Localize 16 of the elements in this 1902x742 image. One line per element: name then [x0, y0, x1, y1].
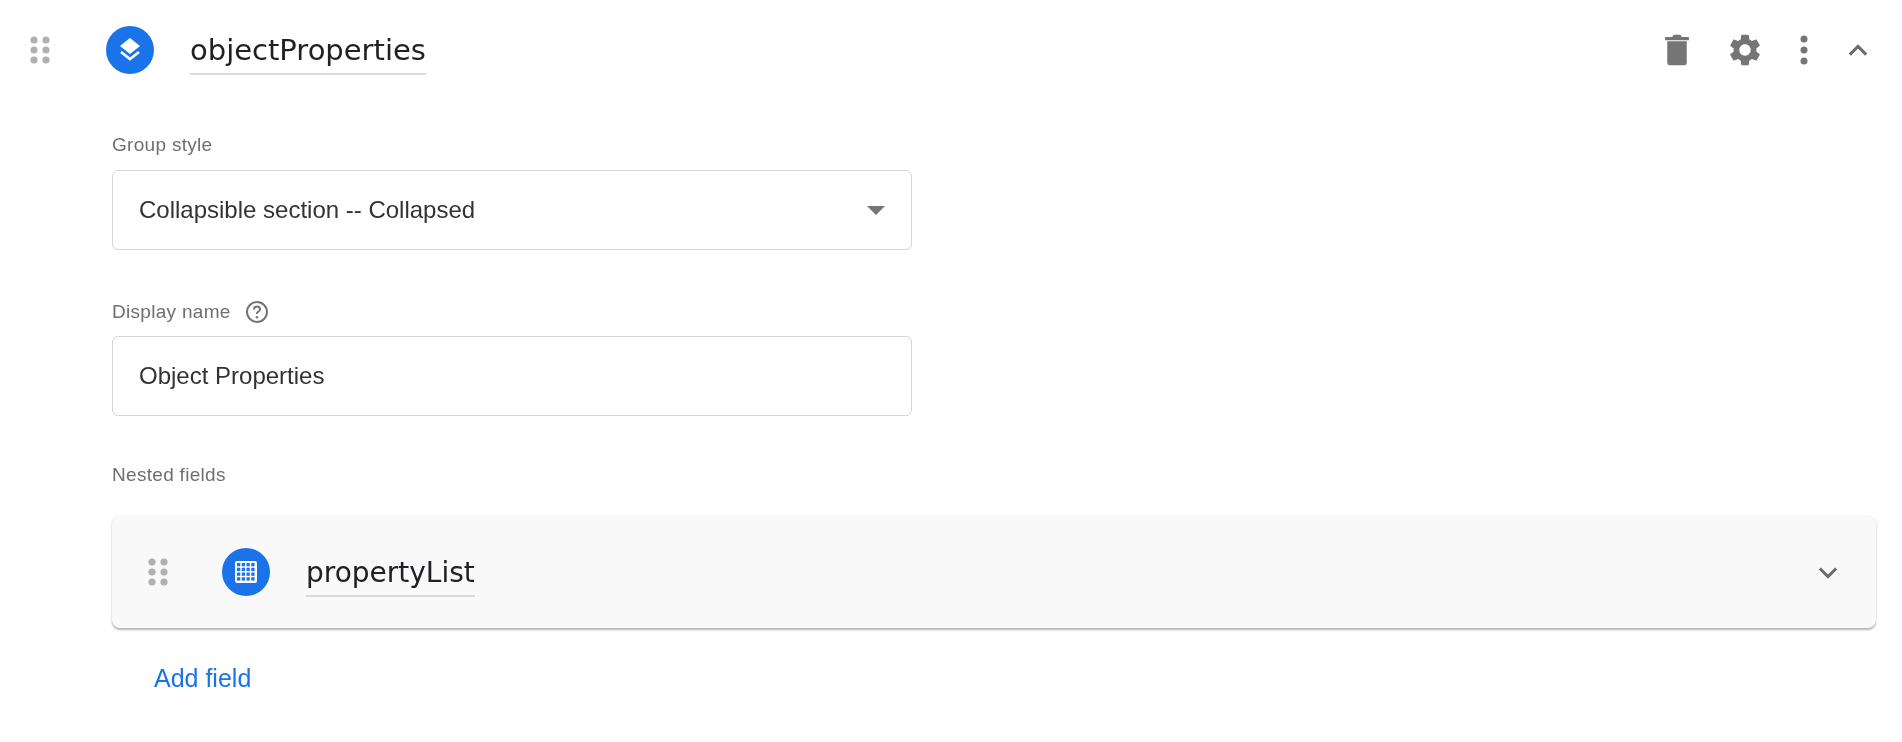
- field-label: Nested fields: [112, 464, 226, 486]
- group-name-field[interactable]: objectProperties: [190, 33, 426, 75]
- nested-field-name[interactable]: propertyList: [306, 555, 475, 597]
- trash-icon: [1664, 33, 1690, 67]
- drag-handle-icon[interactable]: [30, 35, 50, 65]
- field-label: Group style: [112, 134, 213, 156]
- group-style-dropdown[interactable]: Collapsible section -- Collapsed: [112, 170, 912, 250]
- layers-icon: [106, 26, 154, 74]
- more-vertical-icon: [1800, 35, 1808, 65]
- grid-icon: [222, 548, 270, 596]
- display-name-field[interactable]: Object Properties: [112, 336, 912, 416]
- field-label: Display name: [112, 301, 231, 323]
- dropdown-arrow-icon: [867, 205, 885, 215]
- drag-handle-icon[interactable]: [148, 557, 168, 587]
- help-icon[interactable]: [244, 300, 269, 324]
- add-field-link[interactable]: Add field: [146, 658, 260, 699]
